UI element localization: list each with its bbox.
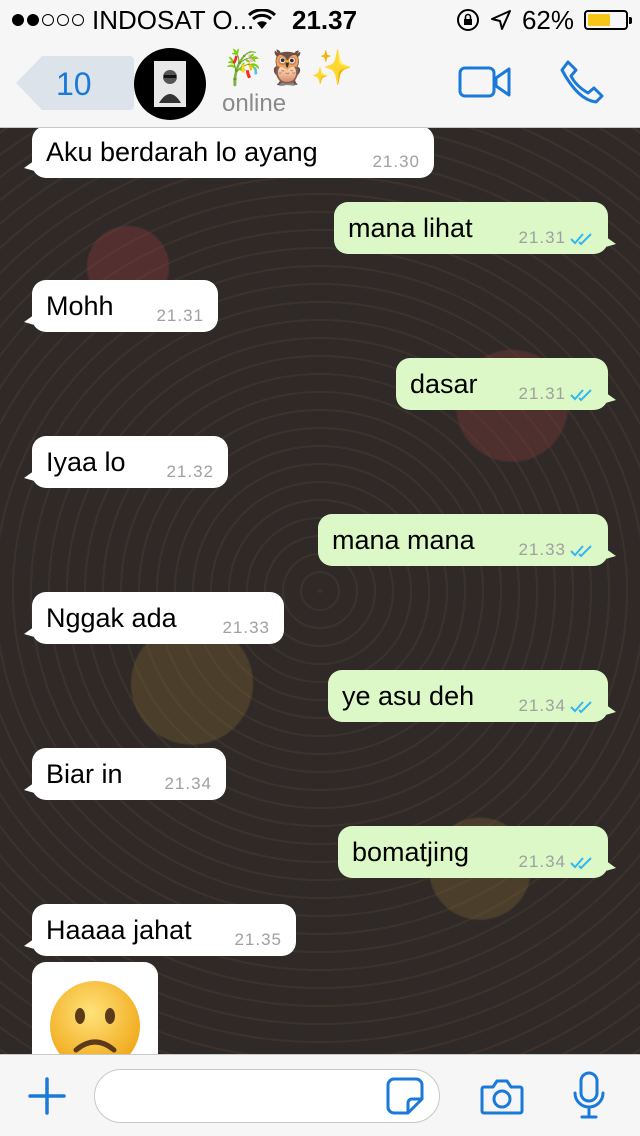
read-ticks-icon [570, 233, 592, 246]
message-incoming[interactable]: Biar in 21.34 [24, 748, 226, 800]
message-text: Haaaa jahat [46, 914, 192, 945]
avatar[interactable] [134, 48, 206, 120]
message-time: 21.31 [518, 228, 566, 247]
message-text: Iyaa lo [46, 446, 126, 477]
video-call-icon[interactable] [458, 64, 512, 100]
frowning-face-emoji [50, 981, 140, 1054]
read-ticks-icon [570, 701, 592, 714]
input-bar [0, 1054, 640, 1136]
message-text: ye asu deh [342, 680, 475, 711]
avatar-photo [154, 61, 186, 107]
message-time: 21.35 [234, 930, 282, 949]
message-text: Biar in [46, 758, 123, 789]
camera-icon[interactable] [480, 1077, 524, 1115]
message-incoming[interactable]: Mohh 21.31 [24, 280, 218, 332]
message-text: Nggak ada [46, 602, 177, 633]
message-text: bomatjing [352, 836, 470, 867]
carrier-name: INDOSAT O... [92, 4, 255, 35]
message-incoming[interactable]: Aku berdarah lo ayang 21.30 [24, 128, 434, 178]
battery-icon [584, 10, 632, 30]
message-text: dasar [410, 368, 478, 399]
contact-name[interactable]: 🎋🦉✨ [222, 48, 355, 88]
plus-icon[interactable] [28, 1077, 66, 1115]
read-ticks-icon [570, 545, 592, 558]
message-incoming-emoji[interactable] [32, 962, 158, 1054]
message-time: 21.33 [518, 540, 566, 559]
microphone-icon[interactable] [572, 1071, 606, 1121]
message-outgoing[interactable]: ye asu deh 21.34 [328, 670, 616, 722]
location-arrow-icon [490, 10, 511, 30]
message-text: mana lihat [348, 212, 473, 243]
status-bar: INDOSAT O... 21.37 62% [0, 0, 640, 40]
read-ticks-icon [570, 857, 592, 870]
message-outgoing[interactable]: mana mana 21.33 [318, 514, 616, 566]
message-text: mana mana [332, 524, 475, 555]
message-time: 21.34 [518, 696, 566, 715]
message-incoming[interactable]: Nggak ada 21.33 [24, 592, 284, 644]
read-ticks-icon [570, 389, 592, 402]
phone-call-icon[interactable] [558, 58, 606, 106]
message-text: Aku berdarah lo ayang [46, 136, 318, 167]
message-time: 21.34 [518, 852, 566, 871]
message-incoming[interactable]: Iyaa lo 21.32 [24, 436, 228, 488]
message-time: 21.31 [156, 306, 204, 325]
rotation-lock-icon [456, 9, 479, 31]
wifi-icon [248, 9, 276, 29]
message-time: 21.30 [372, 152, 420, 171]
chat-messages[interactable]: Aku berdarah lo ayang 21.30 mana lihat 2… [0, 128, 640, 1054]
message-incoming[interactable]: Haaaa jahat 21.35 [24, 904, 296, 956]
signal-strength-icon [12, 14, 84, 26]
chat-header: 10 🎋🦉✨ online [0, 40, 640, 128]
message-outgoing[interactable]: bomatjing 21.34 [338, 826, 616, 878]
contact-status: online [222, 90, 287, 117]
unread-count: 10 [56, 66, 92, 102]
message-time: 21.31 [518, 384, 566, 403]
message-time: 21.34 [164, 774, 212, 793]
back-button[interactable]: 10 [14, 54, 134, 112]
battery-percent: 62% [521, 4, 574, 35]
sticker-icon[interactable] [386, 1077, 424, 1115]
message-text: Mohh [46, 290, 114, 321]
message-outgoing[interactable]: mana lihat 21.31 [334, 202, 616, 254]
message-time: 21.32 [166, 462, 214, 481]
clock: 21.37 [292, 4, 358, 35]
message-outgoing[interactable]: dasar 21.31 [396, 358, 616, 410]
message-time: 21.33 [222, 618, 270, 637]
